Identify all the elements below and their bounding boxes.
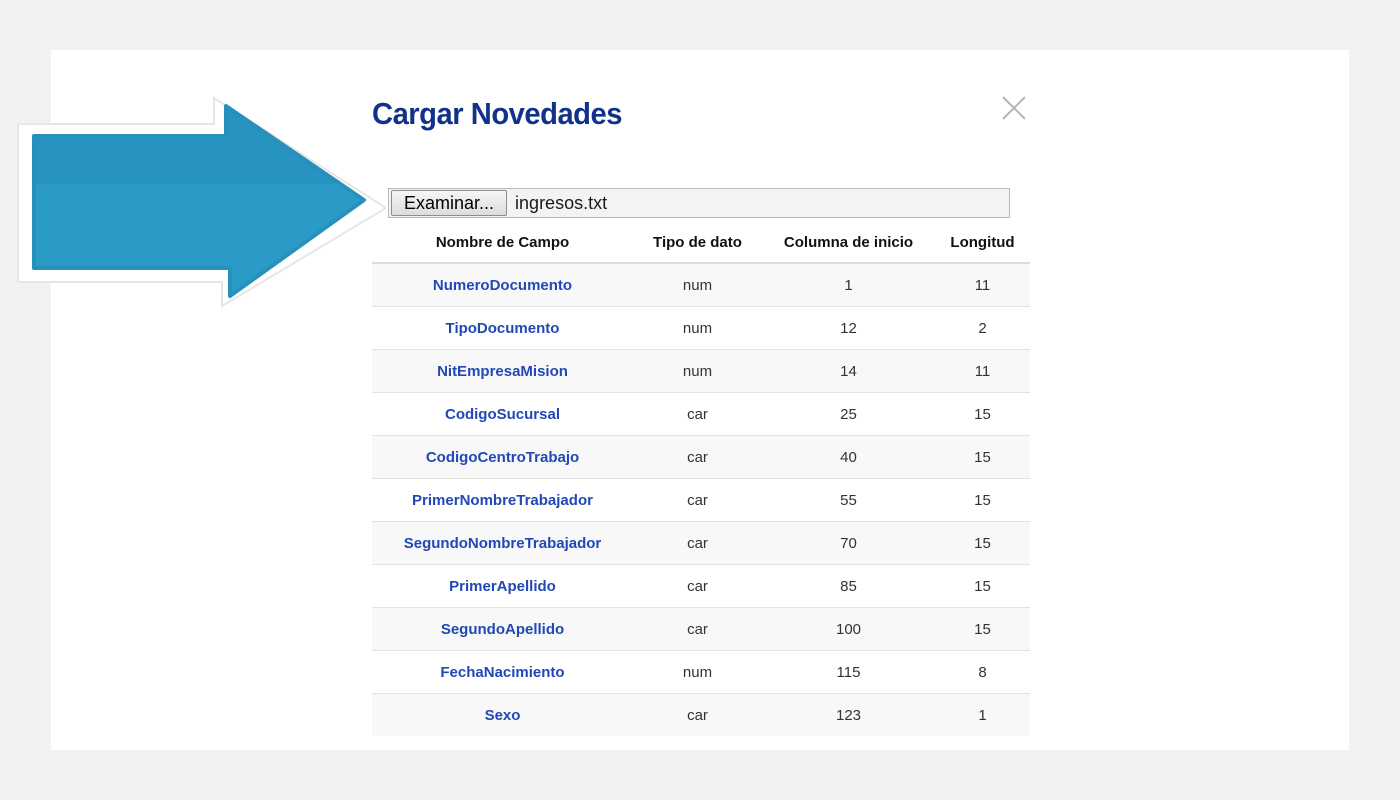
field-name-link[interactable]: CodigoSucursal xyxy=(372,392,633,436)
length-cell: 15 xyxy=(935,564,1030,608)
table-row: PrimerApellido car 85 15 xyxy=(372,564,1030,608)
data-type-cell: car xyxy=(633,435,762,479)
start-column-cell: 25 xyxy=(762,392,935,436)
field-name-link[interactable]: FechaNacimiento xyxy=(372,650,633,694)
data-type-cell: car xyxy=(633,607,762,651)
header-data-type: Tipo de dato xyxy=(633,222,762,264)
fields-table: Nombre de Campo Tipo de dato Columna de … xyxy=(372,222,1030,736)
data-type-cell: car xyxy=(633,564,762,608)
field-name-link[interactable]: SegundoApellido xyxy=(372,607,633,651)
data-type-cell: num xyxy=(633,306,762,350)
browse-button[interactable]: Examinar... xyxy=(391,190,508,216)
header-length: Longitud xyxy=(935,222,1030,264)
start-column-cell: 100 xyxy=(762,607,935,651)
data-type-cell: car xyxy=(633,521,762,565)
start-column-cell: 1 xyxy=(762,262,935,307)
table-row: SegundoApellido car 100 15 xyxy=(372,607,1030,651)
field-name-link[interactable]: CodigoCentroTrabajo xyxy=(372,435,633,479)
file-input[interactable]: Examinar... ingresos.txt xyxy=(388,188,1010,218)
length-cell: 15 xyxy=(935,607,1030,651)
length-cell: 1 xyxy=(935,693,1030,736)
table-row: NitEmpresaMision num 14 11 xyxy=(372,349,1030,393)
data-type-cell: car xyxy=(633,392,762,436)
length-cell: 15 xyxy=(935,392,1030,436)
data-type-cell: car xyxy=(633,693,762,736)
start-column-cell: 123 xyxy=(762,693,935,736)
length-cell: 11 xyxy=(935,262,1030,307)
table-header-row: Nombre de Campo Tipo de dato Columna de … xyxy=(372,222,1030,264)
table-row: SegundoNombreTrabajador car 70 15 xyxy=(372,521,1030,565)
table-row: CodigoCentroTrabajo car 40 15 xyxy=(372,435,1030,479)
field-name-link[interactable]: SegundoNombreTrabajador xyxy=(372,521,633,565)
start-column-cell: 115 xyxy=(762,650,935,694)
data-type-cell: num xyxy=(633,349,762,393)
field-name-link[interactable]: NumeroDocumento xyxy=(372,262,633,307)
length-cell: 15 xyxy=(935,478,1030,522)
field-name-link[interactable]: NitEmpresaMision xyxy=(372,349,633,393)
table-row: NumeroDocumento num 1 11 xyxy=(372,262,1030,307)
start-column-cell: 70 xyxy=(762,521,935,565)
start-column-cell: 14 xyxy=(762,349,935,393)
selected-file-name: ingresos.txt xyxy=(515,192,608,213)
field-name-link[interactable]: PrimerApellido xyxy=(372,564,633,608)
data-type-cell: car xyxy=(633,478,762,522)
length-cell: 2 xyxy=(935,306,1030,350)
length-cell: 15 xyxy=(935,521,1030,565)
field-name-link[interactable]: PrimerNombreTrabajador xyxy=(372,478,633,522)
length-cell: 8 xyxy=(935,650,1030,694)
start-column-cell: 40 xyxy=(762,435,935,479)
field-name-link[interactable]: TipoDocumento xyxy=(372,306,633,350)
table-row: CodigoSucursal car 25 15 xyxy=(372,392,1030,436)
table-row: FechaNacimiento num 115 8 xyxy=(372,650,1030,694)
close-icon[interactable] xyxy=(1001,95,1027,121)
length-cell: 11 xyxy=(935,349,1030,393)
field-name-link[interactable]: Sexo xyxy=(372,693,633,736)
data-type-cell: num xyxy=(633,262,762,307)
header-start-column: Columna de inicio xyxy=(762,222,935,264)
table-row: Sexo car 123 1 xyxy=(372,693,1030,736)
data-type-cell: num xyxy=(633,650,762,694)
start-column-cell: 12 xyxy=(762,306,935,350)
arrow-right-icon xyxy=(17,96,386,308)
start-column-cell: 55 xyxy=(762,478,935,522)
table-row: TipoDocumento num 12 2 xyxy=(372,306,1030,350)
header-field-name: Nombre de Campo xyxy=(372,222,633,264)
length-cell: 15 xyxy=(935,435,1030,479)
dialog-title: Cargar Novedades xyxy=(372,96,622,131)
start-column-cell: 85 xyxy=(762,564,935,608)
table-row: PrimerNombreTrabajador car 55 15 xyxy=(372,478,1030,522)
